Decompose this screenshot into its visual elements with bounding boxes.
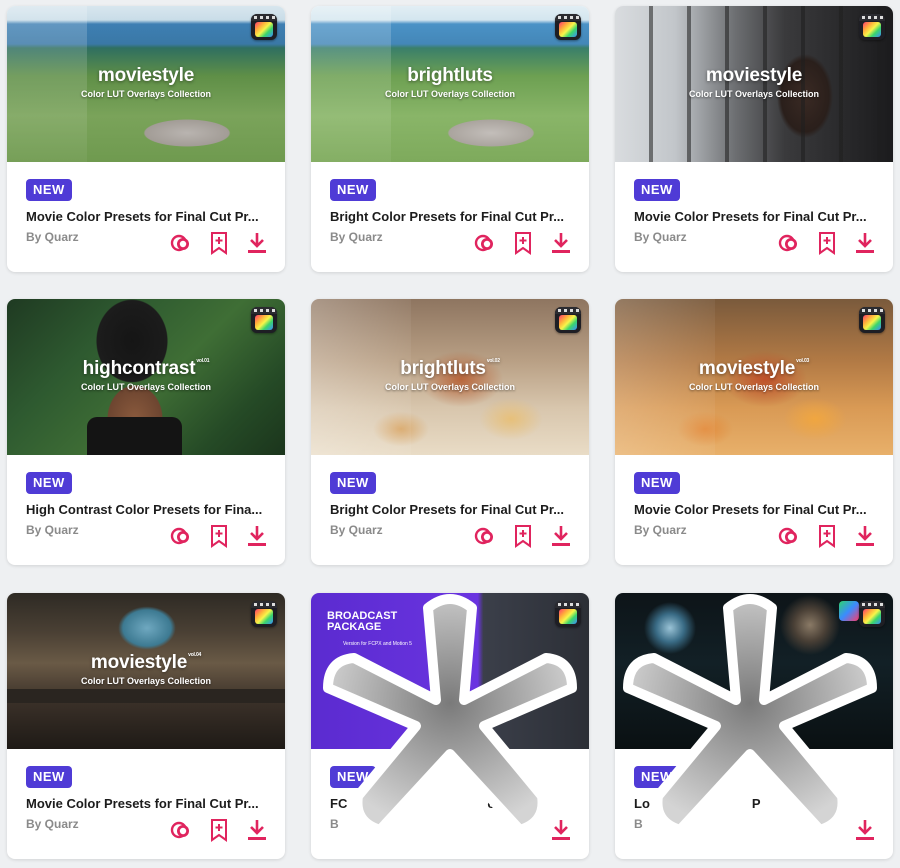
product-author[interactable]: By Quarz bbox=[26, 230, 79, 244]
thumbnail-subtitle: Color LUT Overlays Collection bbox=[80, 89, 212, 99]
final-cut-pro-icon bbox=[555, 307, 581, 333]
download-icon[interactable] bbox=[245, 818, 269, 842]
collections-icon[interactable] bbox=[473, 524, 497, 548]
product-thumbnail[interactable]: moviestyle Color LUT Overlays Collection bbox=[615, 6, 893, 162]
product-title[interactable]: Movie Color Presets for Final Cut Pr... bbox=[26, 209, 266, 224]
bookmark-add-icon[interactable] bbox=[207, 231, 231, 255]
thumbnail-subtitle: Color LUT Overlays Collection bbox=[384, 382, 516, 392]
product-card[interactable]: moviestyle Color LUT Overlays Collection… bbox=[7, 6, 285, 272]
final-cut-pro-icon bbox=[251, 307, 277, 333]
bookmark-add-icon[interactable] bbox=[207, 818, 231, 842]
final-cut-pro-icon bbox=[555, 14, 581, 40]
thumbnail-title: moviestyle bbox=[97, 65, 195, 86]
product-thumbnail[interactable]: highcontrastvol.01 Color LUT Overlays Co… bbox=[7, 299, 285, 455]
final-cut-pro-icon bbox=[251, 601, 277, 627]
download-icon[interactable] bbox=[549, 524, 573, 548]
product-title[interactable]: High Contrast Color Presets for Fina... bbox=[26, 502, 266, 517]
product-author[interactable]: By Quarz bbox=[634, 230, 687, 244]
download-icon[interactable] bbox=[245, 231, 269, 255]
product-title[interactable]: Movie Color Presets for Final Cut Pr... bbox=[634, 209, 874, 224]
collections-icon[interactable] bbox=[777, 524, 801, 548]
new-badge: NEW bbox=[634, 472, 680, 494]
asterisk-watermark-icon bbox=[623, 594, 877, 835]
product-thumbnail[interactable]: moviestylevol.04 Color LUT Overlays Coll… bbox=[7, 593, 285, 749]
new-badge: NEW bbox=[330, 472, 376, 494]
final-cut-pro-icon bbox=[251, 14, 277, 40]
product-card[interactable]: moviestylevol.04 Color LUT Overlays Coll… bbox=[7, 593, 285, 859]
new-badge: NEW bbox=[330, 179, 376, 201]
new-badge: NEW bbox=[26, 766, 72, 788]
product-card[interactable]: moviestyle Color LUT Overlays Collection… bbox=[615, 6, 893, 272]
product-author[interactable]: By Quarz bbox=[330, 523, 383, 537]
asterisk-watermark-icon bbox=[323, 594, 577, 835]
thumbnail-subtitle: Color LUT Overlays Collection bbox=[688, 89, 820, 99]
thumbnail-title: brightluts bbox=[407, 65, 493, 86]
thumbnail-subtitle: Color LUT Overlays Collection bbox=[80, 676, 212, 686]
product-title[interactable]: Bright Color Presets for Final Cut Pr... bbox=[330, 209, 570, 224]
product-thumbnail[interactable]: moviestyle Color LUT Overlays Collection bbox=[7, 6, 285, 162]
product-title[interactable]: Movie Color Presets for Final Cut Pr... bbox=[26, 796, 266, 811]
product-title[interactable]: Bright Color Presets for Final Cut Pr... bbox=[330, 502, 570, 517]
product-author[interactable]: By Quarz bbox=[330, 230, 383, 244]
thumbnail-subtitle: Color LUT Overlays Collection bbox=[80, 382, 212, 392]
download-icon[interactable] bbox=[853, 524, 877, 548]
product-thumbnail[interactable]: brightluts Color LUT Overlays Collection bbox=[311, 6, 589, 162]
product-thumbnail[interactable]: brightlutsvol.02 Color LUT Overlays Coll… bbox=[311, 299, 589, 455]
new-badge: NEW bbox=[26, 179, 72, 201]
download-icon[interactable] bbox=[853, 231, 877, 255]
download-icon[interactable] bbox=[549, 231, 573, 255]
bookmark-add-icon[interactable] bbox=[511, 524, 535, 548]
bookmark-add-icon[interactable] bbox=[815, 524, 839, 548]
product-thumbnail[interactable]: moviestylevol.03 Color LUT Overlays Coll… bbox=[615, 299, 893, 455]
collections-icon[interactable] bbox=[169, 818, 193, 842]
product-title[interactable]: Movie Color Presets for Final Cut Pr... bbox=[634, 502, 874, 517]
new-badge: NEW bbox=[634, 179, 680, 201]
thumbnail-title: highcontrastvol.01 bbox=[82, 358, 210, 379]
new-badge: NEW bbox=[26, 472, 72, 494]
thumbnail-title: moviestylevol.04 bbox=[90, 652, 202, 673]
thumbnail-title: moviestylevol.03 bbox=[698, 358, 810, 379]
thumbnail-title: moviestyle bbox=[705, 65, 803, 86]
collections-icon[interactable] bbox=[777, 231, 801, 255]
product-author[interactable]: By Quarz bbox=[26, 523, 79, 537]
final-cut-pro-icon bbox=[859, 14, 885, 40]
product-author[interactable]: By Quarz bbox=[26, 817, 79, 831]
thumbnail-subtitle: Color LUT Overlays Collection bbox=[688, 382, 820, 392]
product-card[interactable]: moviestylevol.03 Color LUT Overlays Coll… bbox=[615, 299, 893, 565]
collections-icon[interactable] bbox=[169, 231, 193, 255]
collections-icon[interactable] bbox=[169, 524, 193, 548]
product-author[interactable]: By Quarz bbox=[634, 523, 687, 537]
product-card[interactable]: highcontrastvol.01 Color LUT Overlays Co… bbox=[7, 299, 285, 565]
bookmark-add-icon[interactable] bbox=[815, 231, 839, 255]
collections-icon[interactable] bbox=[473, 231, 497, 255]
product-card[interactable]: brightlutsvol.02 Color LUT Overlays Coll… bbox=[311, 299, 589, 565]
thumbnail-subtitle: Color LUT Overlays Collection bbox=[384, 89, 516, 99]
download-icon[interactable] bbox=[245, 524, 269, 548]
bookmark-add-icon[interactable] bbox=[207, 524, 231, 548]
bookmark-add-icon[interactable] bbox=[511, 231, 535, 255]
product-card[interactable]: brightluts Color LUT Overlays Collection… bbox=[311, 6, 589, 272]
final-cut-pro-icon bbox=[859, 307, 885, 333]
thumbnail-title: brightlutsvol.02 bbox=[400, 358, 500, 379]
